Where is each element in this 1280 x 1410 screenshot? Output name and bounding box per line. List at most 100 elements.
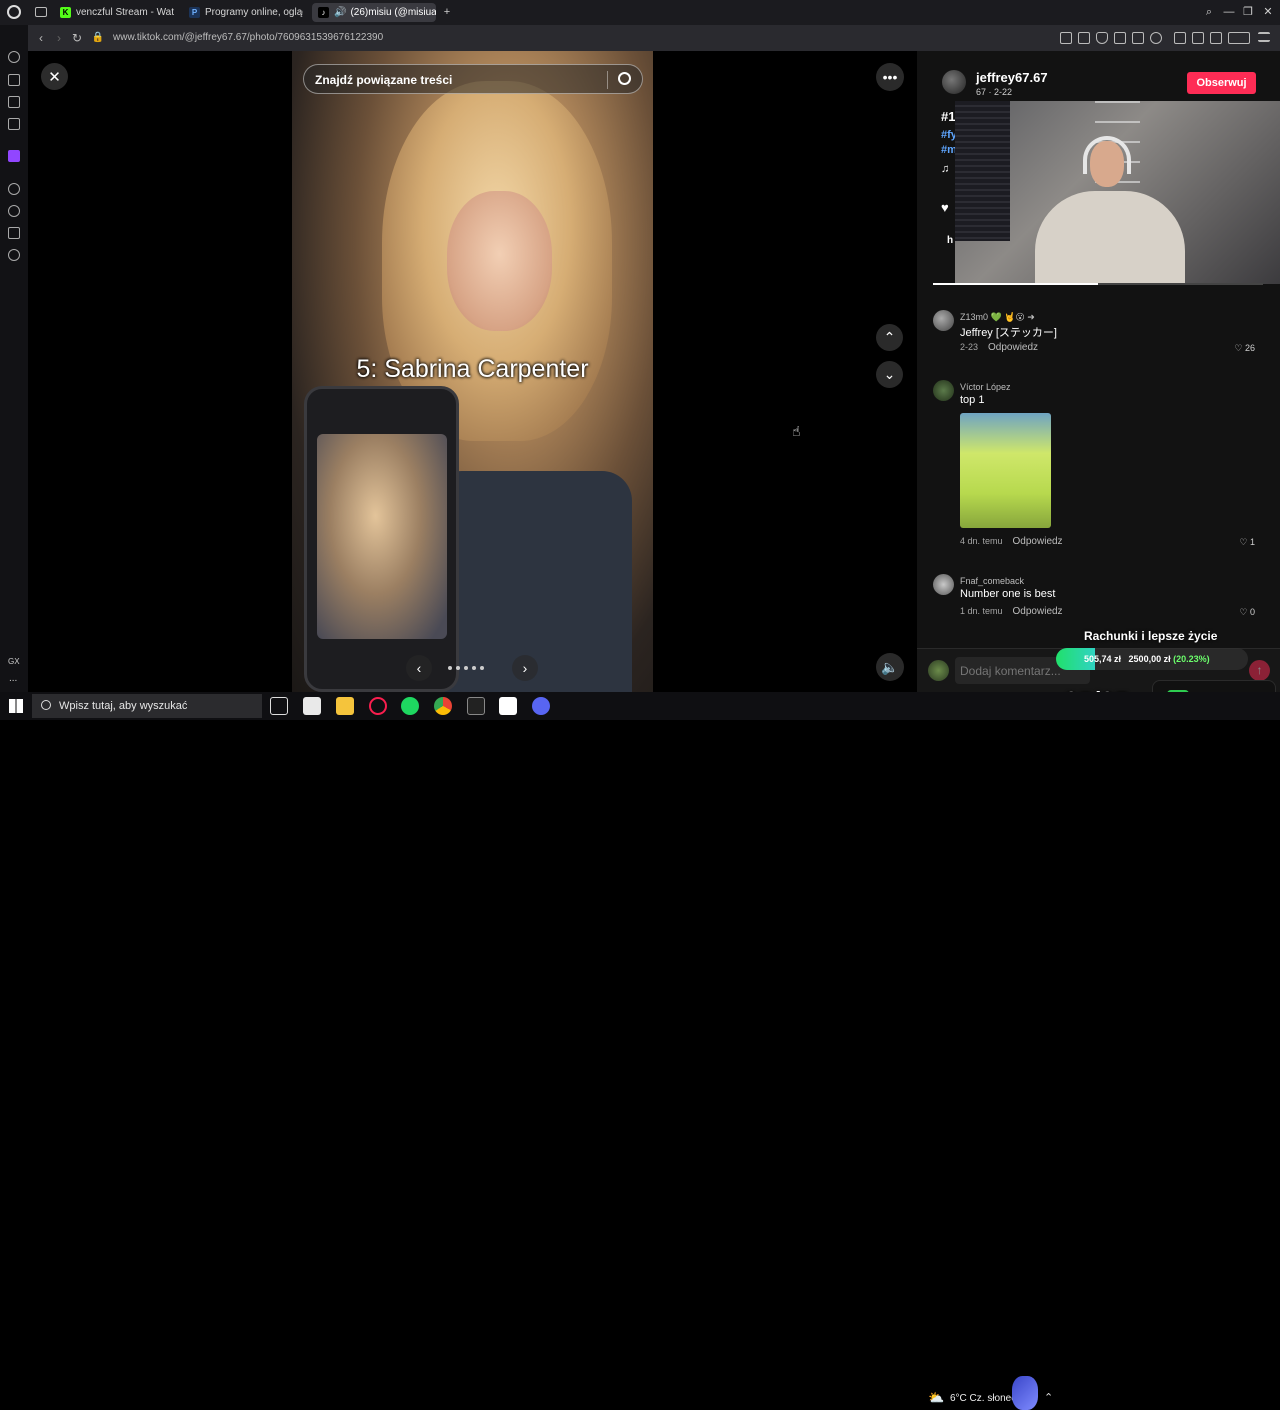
twitch-icon[interactable] [8,150,20,162]
comment-text: top 1 [960,394,985,406]
author-avatar[interactable] [942,70,966,94]
tab-overview-icon[interactable] [35,7,47,17]
commenter-name[interactable]: Z13m0 💚 🤘😮 ➜ [960,312,1035,323]
extensions-sidebar-icon[interactable] [8,227,20,239]
store-icon[interactable] [303,697,321,715]
page-dot[interactable] [456,666,460,670]
related-search-box[interactable]: Znajdź powiązane treści [303,64,643,94]
heart-icon[interactable] [1150,32,1162,44]
shield-icon[interactable] [1096,32,1108,44]
comment-likes[interactable]: ♡ 1 [1239,537,1255,548]
author-username[interactable]: jeffrey67.67 [976,70,1048,85]
page-dot[interactable] [448,666,452,670]
search-icon[interactable] [618,72,631,85]
translate-icon[interactable] [1114,32,1126,44]
commenter-avatar[interactable] [933,574,954,595]
maximize-button[interactable]: ❐ [1241,5,1255,19]
send-comment-button[interactable]: ↑ [1249,660,1270,681]
player-icon[interactable] [8,183,20,195]
forward-icon[interactable]: › [52,31,66,45]
wallet-icon[interactable] [8,74,20,86]
play-icon[interactable] [1132,32,1144,44]
photo-overlay-text: 5: Sabrina Carpenter [356,355,589,383]
messenger-icon[interactable] [8,118,20,130]
like-heart-icon[interactable]: ♥ [941,200,949,215]
speaker-icon[interactable]: 🔊 [334,7,346,18]
comment-likes[interactable]: ♡ 26 [1234,343,1255,354]
progress-fill [933,283,1098,285]
page-dot[interactable] [480,666,484,670]
more-options-icon[interactable]: ••• [876,63,904,91]
chrome-icon[interactable] [434,697,452,715]
photo-next-icon[interactable]: › [512,655,538,681]
search-divider [607,71,608,89]
commenter-avatar[interactable] [933,380,954,401]
volume-icon[interactable]: 🔈 [876,653,904,681]
search-tabs-icon[interactable]: ⌕ [1202,5,1216,19]
comment-likes[interactable]: ♡ 0 [1239,607,1255,618]
file-explorer-icon[interactable] [336,697,354,715]
tab-venczful-stream[interactable]: K venczful Stream - Watch L [54,3,174,22]
tab-tiktok[interactable]: ♪ 🔊 (26)misiu (@misiuaha [312,3,436,22]
opera-gx-icon[interactable] [369,697,387,715]
new-tab-button[interactable]: + [440,5,454,19]
tab-programy-online[interactable]: P Programy online, oglądaj n [183,3,303,22]
reply-button[interactable]: Odpowiedz [1013,606,1063,617]
menu-icon[interactable] [1258,32,1270,42]
taskbar-search-box[interactable]: Wpisz tutaj, aby wyszukać [32,694,262,718]
reply-button[interactable]: Odpowiedz [1013,536,1063,547]
extensions-icon[interactable] [1174,32,1186,44]
next-post-icon[interactable]: ⌄ [876,361,903,388]
kick-icon[interactable] [499,697,517,715]
windows-start-icon[interactable] [9,699,23,713]
capcut-icon[interactable] [467,697,485,715]
gx-control-icon[interactable] [8,51,20,63]
task-view-icon[interactable] [270,697,288,715]
gx-corner-icon[interactable] [8,96,20,108]
comment-text: Number one is best [960,588,1056,600]
photo-prev-icon[interactable]: ‹ [406,655,432,681]
settings-icon[interactable] [8,249,20,261]
close-window-button[interactable]: ✕ [1261,5,1275,19]
page-dot[interactable] [472,666,476,670]
comment-image[interactable] [960,413,1051,528]
commenter-name[interactable]: Fnaf_comeback [960,576,1024,586]
reply-button[interactable]: Odpowiedz [988,342,1038,353]
follow-button[interactable]: Obserwuj [1187,72,1256,94]
tray-chevron-icon[interactable]: ⌃ [1044,1391,1053,1404]
share-icon[interactable] [1192,32,1204,44]
commenter-avatar[interactable] [933,310,954,331]
minimize-button[interactable]: — [1222,5,1236,19]
reload-icon[interactable]: ↻ [70,31,84,45]
music-icon[interactable]: ♫ [941,163,949,175]
weather-icon[interactable]: ⛅ [928,1390,944,1406]
more-sidebar-icon[interactable]: ... [9,673,17,684]
bookmark-icon[interactable] [1060,32,1072,44]
like-count: 0 [1249,607,1255,617]
page-dot[interactable] [464,666,468,670]
windows-taskbar: Wpisz tutaj, aby wyszukać ⛅ 6°C Cz. słon… [0,692,1280,1410]
chip-fragment[interactable]: h [947,235,953,246]
opera-logo-icon[interactable] [7,5,21,19]
snapshot-icon[interactable] [1078,32,1090,44]
spotify-icon[interactable] [401,697,419,715]
back-icon[interactable]: ‹ [34,31,48,45]
webcam-window-blind [955,101,1010,241]
discord-icon[interactable] [532,697,550,715]
history-icon[interactable] [8,205,20,217]
url-field[interactable]: www.tiktok.com/@jeffrey67.67/photo/76096… [113,32,383,43]
photo-pagination [448,666,484,670]
lock-icon[interactable]: 🔒 [91,31,105,45]
goal-current: 505,74 zł [1084,654,1122,664]
browser-tab-bar: K venczful Stream - Watch L P Programy o… [0,0,1280,25]
previous-post-icon[interactable]: ⌃ [876,324,903,351]
commenter-name[interactable]: Víctor López [960,382,1011,392]
download-icon[interactable] [1210,32,1222,44]
related-search-input[interactable]: Znajdź powiązane treści [315,73,452,87]
taskbar-search-input[interactable]: Wpisz tutaj, aby wyszukać [59,700,187,712]
close-icon[interactable]: ✕ [41,63,68,90]
photo-face [447,191,552,331]
weather-text[interactable]: 6°C Cz. słonecz [950,1393,1021,1404]
ai-icon[interactable] [1228,32,1250,44]
webcam-person-body [1035,191,1185,284]
